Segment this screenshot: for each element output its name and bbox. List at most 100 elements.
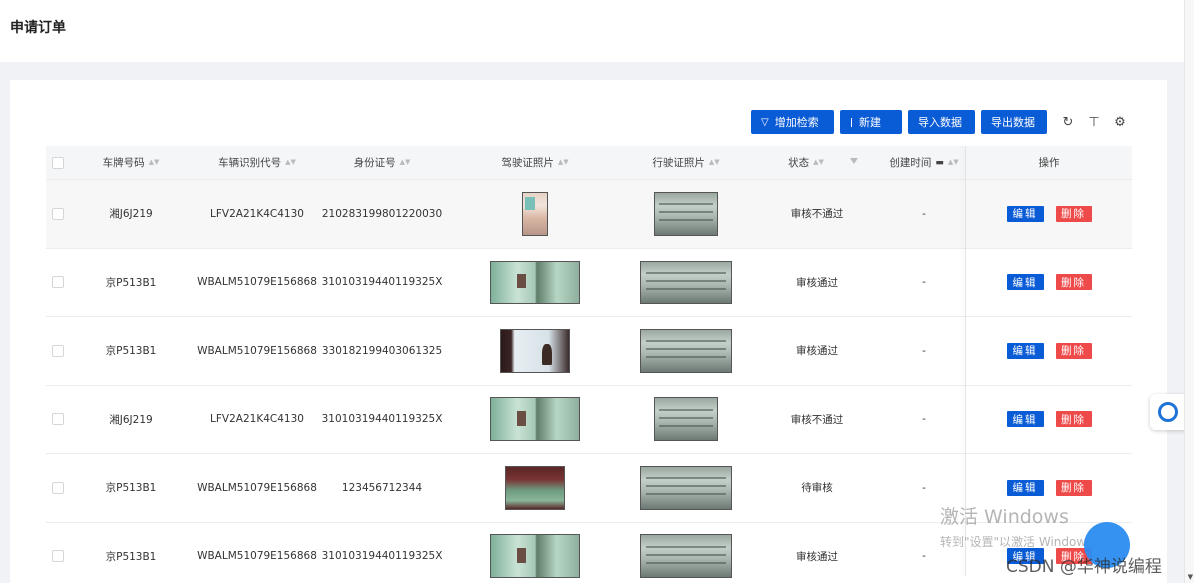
edit-button[interactable]: 编辑 bbox=[1006, 411, 1044, 428]
driver-license-photo[interactable] bbox=[505, 465, 565, 510]
vehicle-license-photo[interactable] bbox=[640, 534, 732, 579]
id-cell: 31010319440119325X bbox=[321, 276, 443, 289]
status-cell: 审核不通过 bbox=[790, 413, 844, 426]
vin-cell: LFV2A21K4C4130 bbox=[210, 207, 304, 220]
row-checkbox[interactable] bbox=[52, 413, 64, 426]
edit-button[interactable]: 编辑 bbox=[1006, 342, 1044, 359]
driver-license-photo[interactable] bbox=[490, 397, 580, 442]
table-row[interactable]: 京P513B1 WBALM51079E156868 31010319440119… bbox=[46, 248, 1132, 317]
col-vehicle-photo[interactable]: 行驶证照片 ▲▼ bbox=[636, 146, 736, 179]
add-search-label: 增加检索 bbox=[774, 116, 819, 129]
filter-icon: ▽ bbox=[761, 116, 769, 128]
driver-license-photo[interactable] bbox=[490, 534, 580, 579]
row-checkbox[interactable] bbox=[52, 276, 64, 289]
export-data-button[interactable]: 导出数据 bbox=[981, 110, 1047, 134]
sort-icon: ▲▼ bbox=[399, 158, 411, 166]
edit-button[interactable]: 编辑 bbox=[1006, 479, 1044, 496]
vin-cell: WBALM51079E156868 bbox=[197, 481, 317, 494]
sort-icon: ▲▼ bbox=[813, 158, 824, 166]
watermark-line2: 转到"设置"以激活 Windows。 bbox=[940, 535, 1105, 549]
page-scrollbar[interactable]: ▼ bbox=[1184, 0, 1194, 583]
id-cell: 31010319440119325X bbox=[321, 550, 443, 563]
driver-license-photo[interactable] bbox=[500, 328, 570, 373]
watermark-line1: 激活 Windows bbox=[940, 506, 1069, 528]
plate-cell: 湘J6J219 bbox=[109, 413, 153, 426]
table-row[interactable]: 湘J6J219 LFV2A21K4C4130 21028319980122003… bbox=[46, 180, 1132, 249]
edit-button[interactable]: 编辑 bbox=[1006, 274, 1044, 291]
select-all-checkbox[interactable] bbox=[52, 156, 64, 169]
plus-icon: ǀ bbox=[850, 116, 853, 128]
delete-button[interactable]: 删除 bbox=[1055, 479, 1092, 496]
column-height-icon[interactable]: ⊤ bbox=[1083, 115, 1105, 130]
windows-activation-watermark: 激活 Windows 转到"设置"以激活 Windows。 bbox=[940, 502, 1104, 550]
delete-button[interactable]: 删除 bbox=[1055, 342, 1092, 359]
sort-icon: ▲▼ bbox=[947, 158, 959, 166]
row-checkbox[interactable] bbox=[52, 344, 64, 357]
settings-icon[interactable]: ⚙ bbox=[1109, 115, 1131, 130]
vin-cell: WBALM51079E156868 bbox=[197, 344, 317, 357]
vehicle-license-photo[interactable] bbox=[654, 397, 718, 442]
id-cell: 123456712344 bbox=[341, 481, 423, 494]
vin-cell: WBALM51079E156868 bbox=[197, 550, 317, 563]
row-checkbox[interactable] bbox=[52, 550, 64, 563]
plate-cell: 京P513B1 bbox=[105, 482, 157, 495]
delete-button[interactable]: 删除 bbox=[1055, 411, 1092, 428]
vehicle-license-photo[interactable] bbox=[640, 465, 732, 510]
vehicle-license-photo[interactable] bbox=[654, 191, 718, 236]
created-cell: - bbox=[922, 344, 926, 357]
import-data-label: 导入数据 bbox=[918, 116, 962, 129]
col-plate[interactable]: 车牌号码 ▲▼ bbox=[76, 146, 186, 179]
table-toolbar: ▽ 增加检索 ǀ 新建 导入数据 导出数据 ↻ ⊤ ⚙ bbox=[751, 110, 1131, 134]
top-header: 申请订单 bbox=[0, 0, 1184, 62]
table-row[interactable]: 京P513B1 WBALM51079E156868 33018219940306… bbox=[46, 317, 1132, 386]
page-title: 申请订单 bbox=[10, 20, 66, 36]
col-status[interactable]: 状态 ▲▼ bbox=[776, 146, 836, 179]
sort-icon: ▲▼ bbox=[285, 158, 296, 166]
export-data-label: 导出数据 bbox=[991, 116, 1035, 129]
table-header: 车牌号码 ▲▼ 车辆识别代号 ▲▼ 身份证号 ▲▼ 驾驶证照片 ▲▼ 行驶证照片 ▲▼ 状… bbox=[46, 146, 1132, 180]
col-id[interactable]: 身份证号 ▲▼ bbox=[324, 146, 440, 179]
id-cell: 31010319440119325X bbox=[321, 413, 443, 426]
edit-button[interactable]: 编辑 bbox=[1006, 205, 1044, 222]
plate-cell: 湘J6J219 bbox=[109, 208, 153, 221]
delete-button[interactable]: 删除 bbox=[1055, 274, 1092, 291]
created-cell: - bbox=[922, 207, 926, 220]
assistant-icon bbox=[1158, 402, 1178, 422]
delete-button[interactable]: 删除 bbox=[1055, 205, 1092, 222]
row-checkbox[interactable] bbox=[52, 481, 64, 494]
plate-cell: 京P513B1 bbox=[105, 276, 157, 289]
status-cell: 审核通过 bbox=[796, 345, 838, 358]
plate-cell: 京P513B1 bbox=[105, 345, 157, 358]
vehicle-license-photo[interactable] bbox=[640, 260, 732, 304]
created-cell: - bbox=[922, 276, 926, 289]
filter-funnel-icon[interactable] bbox=[850, 158, 858, 164]
table-row[interactable]: 湘J6J219 LFV2A21K4C4130 31010319440119325… bbox=[46, 385, 1132, 454]
row-checkbox[interactable] bbox=[52, 207, 64, 220]
status-cell: 审核通过 bbox=[796, 550, 838, 563]
driver-license-photo[interactable] bbox=[522, 191, 548, 236]
plate-cell: 京P513B1 bbox=[105, 550, 157, 563]
scroll-down-icon[interactable]: ▼ bbox=[1188, 573, 1193, 581]
created-cell: - bbox=[922, 413, 926, 426]
new-label: 新建 bbox=[858, 116, 881, 129]
driver-license-photo[interactable] bbox=[490, 260, 580, 304]
import-data-button[interactable]: 导入数据 bbox=[908, 110, 975, 134]
vehicle-license-photo[interactable] bbox=[640, 328, 732, 373]
assistant-float-button[interactable] bbox=[1150, 394, 1186, 430]
col-actions: 操作 bbox=[1038, 157, 1060, 169]
status-cell: 审核不通过 bbox=[790, 208, 844, 221]
vin-cell: WBALM51079E156868 bbox=[197, 276, 317, 289]
status-cell: 待审核 bbox=[801, 482, 833, 495]
add-search-button[interactable]: ▽ 增加检索 bbox=[751, 110, 834, 134]
col-driver-photo[interactable]: 驾驶证照片 ▲▼ bbox=[470, 146, 600, 179]
id-cell: 210283199801220030 bbox=[321, 207, 443, 220]
calendar-icon: ▬ bbox=[935, 157, 944, 168]
id-cell: 330182199403061325 bbox=[321, 344, 443, 357]
refresh-icon[interactable]: ↻ bbox=[1057, 115, 1079, 130]
vin-cell: LFV2A21K4C4130 bbox=[210, 413, 304, 426]
sort-icon: ▲▼ bbox=[557, 158, 569, 166]
col-vin[interactable]: 车辆识别代号 ▲▼ bbox=[196, 146, 318, 179]
status-cell: 审核通过 bbox=[796, 276, 838, 289]
col-created[interactable]: 创建时间 ▬ ▲▼ bbox=[882, 146, 966, 179]
new-button[interactable]: ǀ 新建 bbox=[840, 110, 902, 134]
